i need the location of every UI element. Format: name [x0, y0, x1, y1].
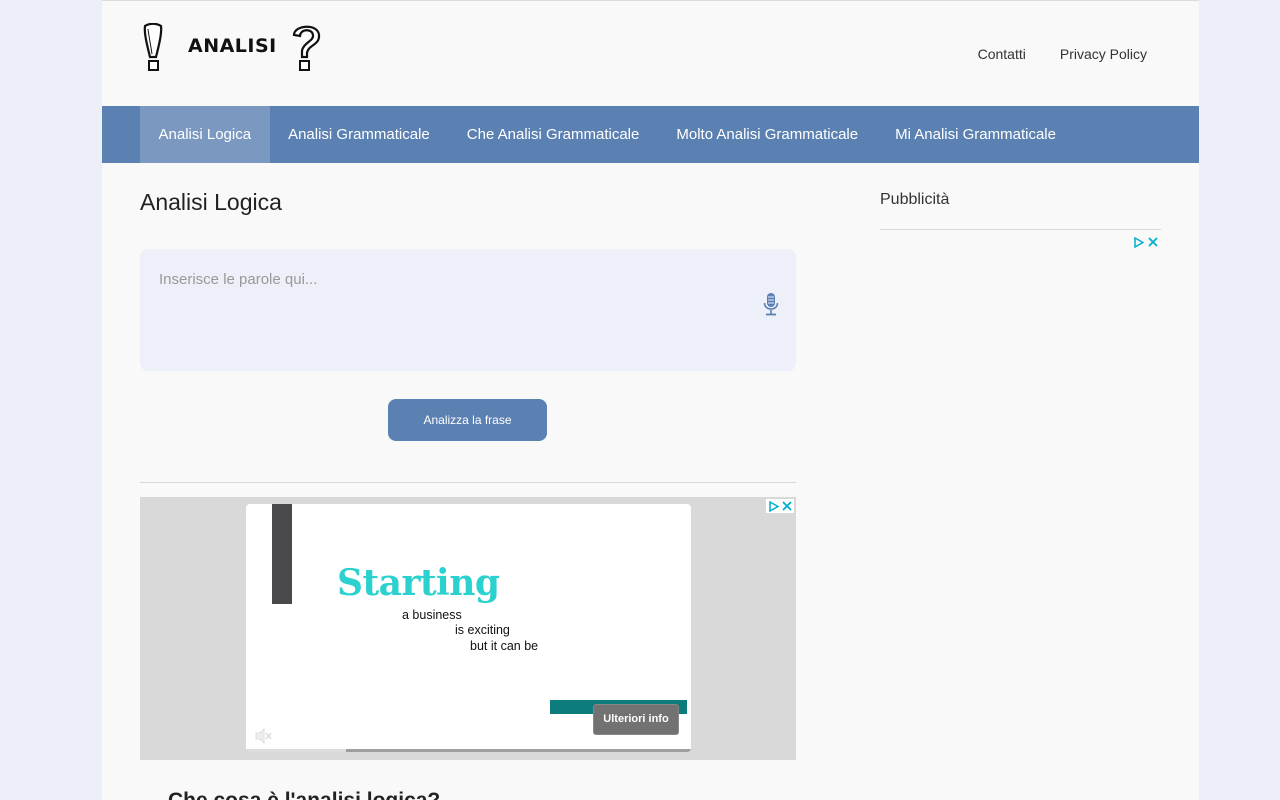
contatti-link[interactable]: Contatti [978, 46, 1026, 62]
ad-headline: Starting [337, 562, 500, 604]
sidebar-divider [880, 229, 1161, 230]
nav-item-mi-analisi-grammaticale[interactable]: Mi Analisi Grammaticale [877, 106, 1075, 163]
ad-close-icon[interactable] [782, 501, 792, 511]
ad-learn-more-button[interactable]: Ulteriori info [593, 704, 679, 735]
ad-creative[interactable]: Starting a business is exciting but it c… [246, 504, 691, 752]
adchoices-play-icon[interactable] [768, 500, 779, 512]
sidebar-title: Pubblicità [880, 191, 950, 208]
nav-item-analisi-grammaticale[interactable]: Analisi Grammaticale [270, 106, 449, 163]
analyze-sentence-button[interactable]: Analizza la frase [388, 399, 547, 441]
privacy-policy-link[interactable]: Privacy Policy [1060, 46, 1147, 62]
ad-choices[interactable] [766, 499, 794, 513]
nav-item-che-analisi-grammaticale[interactable]: Che Analisi Grammaticale [448, 106, 658, 163]
adchoices-play-icon[interactable] [1133, 237, 1144, 248]
page-container: ANALISI Contatti Privacy Policy Analisi … [102, 0, 1199, 800]
section-title: Che cosa è l'analisi logica? [168, 789, 440, 800]
sentence-input[interactable] [140, 249, 796, 371]
question-mark-icon [292, 25, 321, 71]
sentence-input-wrapper [140, 249, 796, 371]
content-divider [140, 482, 796, 483]
page-title: Analisi Logica [140, 189, 282, 215]
microphone-icon[interactable] [763, 292, 779, 316]
exclamation-icon [143, 23, 163, 71]
ad-text-line: is exciting [455, 623, 510, 637]
ad-close-icon[interactable] [1148, 237, 1158, 247]
ad-text-line: but it can be [470, 639, 539, 653]
nav-item-analisi-logica[interactable]: Analisi Logica [140, 106, 270, 163]
site-header: ANALISI Contatti Privacy Policy [102, 1, 1199, 106]
nav-item-molto-analisi-grammaticale[interactable]: Molto Analisi Grammaticale [658, 106, 877, 163]
top-links: Contatti Privacy Policy [978, 46, 1147, 62]
ad-text-line: a business [402, 608, 462, 622]
logo-text: ANALISI [188, 35, 277, 57]
site-logo[interactable]: ANALISI [140, 23, 330, 73]
video-ad[interactable]: Starting a business is exciting but it c… [140, 497, 796, 760]
ad-progress-bar [246, 749, 691, 752]
main-nav: Analisi Logica Analisi Grammaticale Che … [102, 106, 1199, 163]
mute-icon[interactable] [254, 728, 272, 744]
sidebar-ad-choices[interactable] [1133, 237, 1158, 248]
ad-decorative-bar [272, 504, 292, 604]
